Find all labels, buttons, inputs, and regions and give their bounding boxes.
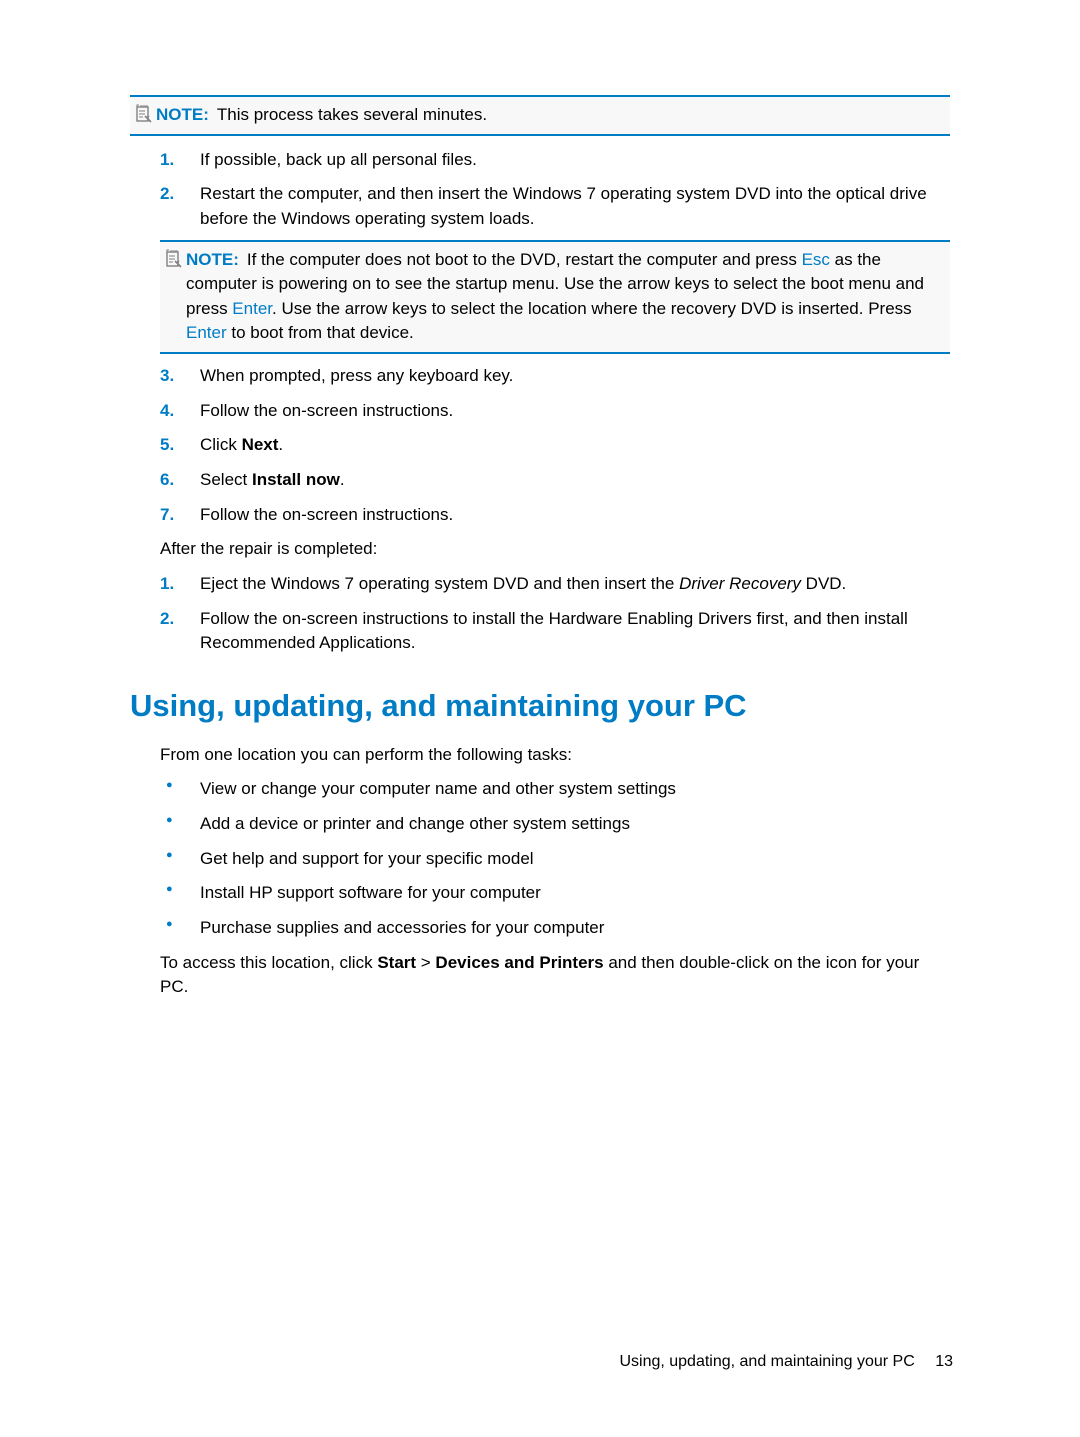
list-marker: 4.: [160, 399, 174, 424]
list-marker: 1.: [160, 572, 174, 597]
note-text: . Use the arrow keys to select the locat…: [272, 299, 912, 318]
list-text: Click: [200, 435, 242, 454]
page-content: NOTE: This process takes several minutes.…: [0, 0, 1080, 1060]
list-text: View or change your computer name and ot…: [200, 779, 676, 798]
list-item: 6. Select Install now.: [160, 468, 950, 493]
list-text: Restart the computer, and then insert th…: [200, 184, 927, 228]
bullet-list: View or change your computer name and ot…: [130, 777, 950, 940]
text: >: [416, 953, 435, 972]
list-text: Follow the on-screen instructions.: [200, 401, 453, 420]
page-footer: Using, updating, and maintaining your PC…: [619, 1350, 953, 1373]
list-item: 2. Restart the computer, and then insert …: [160, 182, 950, 354]
list-text: Follow the on-screen instructions.: [200, 505, 453, 524]
list-text: Eject the Windows 7 operating system DVD…: [200, 574, 679, 593]
list-text: Purchase supplies and accessories for yo…: [200, 918, 604, 937]
list-item: Install HP support software for your com…: [160, 881, 950, 906]
key-enter: Enter: [232, 299, 272, 318]
note-box-1: NOTE: This process takes several minutes.: [130, 95, 950, 136]
list-item: 4. Follow the on-screen instructions.: [160, 399, 950, 424]
list-item: Get help and support for your specific m…: [160, 847, 950, 872]
note-text: If the computer does not boot to the DVD…: [247, 250, 802, 269]
list-marker: 2.: [160, 607, 174, 632]
note-icon: [130, 103, 156, 124]
paragraph: To access this location, click Start > D…: [160, 951, 950, 1000]
list-marker: 7.: [160, 503, 174, 528]
note-text: This process takes several minutes.: [217, 105, 487, 124]
ordered-list-2: 1. Eject the Windows 7 operating system D…: [130, 572, 950, 656]
key-enter: Enter: [186, 323, 227, 342]
list-text: Get help and support for your specific m…: [200, 849, 534, 868]
heading-1: Using, updating, and maintaining your PC: [130, 684, 950, 729]
key-esc: Esc: [802, 250, 830, 269]
paragraph: From one location you can perform the fo…: [160, 743, 950, 768]
list-marker: 3.: [160, 364, 174, 389]
list-text: DVD.: [801, 574, 846, 593]
list-text: Install HP support software for your com…: [200, 883, 541, 902]
list-text-italic: Driver Recovery: [679, 574, 801, 593]
footer-text: Using, updating, and maintaining your PC: [619, 1353, 914, 1370]
list-marker: 5.: [160, 433, 174, 458]
list-text: If possible, back up all personal files.: [200, 150, 477, 169]
list-text-bold: Next: [242, 435, 279, 454]
list-item: 5. Click Next.: [160, 433, 950, 458]
list-marker: 1.: [160, 148, 174, 173]
list-text: Select: [200, 470, 252, 489]
list-text-bold: Install now: [252, 470, 340, 489]
list-item: 1. If possible, back up all personal file…: [160, 148, 950, 173]
list-item: Add a device or printer and change other…: [160, 812, 950, 837]
note-label: NOTE:: [156, 105, 209, 124]
note-label: NOTE:: [186, 250, 239, 269]
note-icon: [160, 248, 186, 269]
list-text: .: [278, 435, 283, 454]
page-number: 13: [935, 1353, 953, 1370]
note-box-2: NOTE: If the computer does not boot to th…: [160, 240, 950, 355]
list-item: 1. Eject the Windows 7 operating system D…: [160, 572, 950, 597]
list-marker: 2.: [160, 182, 174, 207]
list-item: Purchase supplies and accessories for yo…: [160, 916, 950, 941]
list-text: Add a device or printer and change other…: [200, 814, 630, 833]
list-text: When prompted, press any keyboard key.: [200, 366, 513, 385]
note-text: to boot from that device.: [227, 323, 414, 342]
note-content: NOTE: This process takes several minutes.: [156, 103, 950, 128]
list-item: View or change your computer name and ot…: [160, 777, 950, 802]
list-item: 7. Follow the on-screen instructions.: [160, 503, 950, 528]
text-bold: Start: [377, 953, 416, 972]
list-item: 3. When prompted, press any keyboard key.: [160, 364, 950, 389]
text-bold: Devices and Printers: [435, 953, 603, 972]
list-text: Follow the on-screen instructions to ins…: [200, 609, 908, 653]
list-marker: 6.: [160, 468, 174, 493]
ordered-list-1: 1. If possible, back up all personal file…: [130, 148, 950, 528]
text: To access this location, click: [160, 953, 377, 972]
list-item: 2. Follow the on-screen instructions to i…: [160, 607, 950, 656]
paragraph: After the repair is completed:: [160, 537, 950, 562]
note-content: NOTE: If the computer does not boot to th…: [186, 248, 950, 347]
list-text: .: [340, 470, 345, 489]
